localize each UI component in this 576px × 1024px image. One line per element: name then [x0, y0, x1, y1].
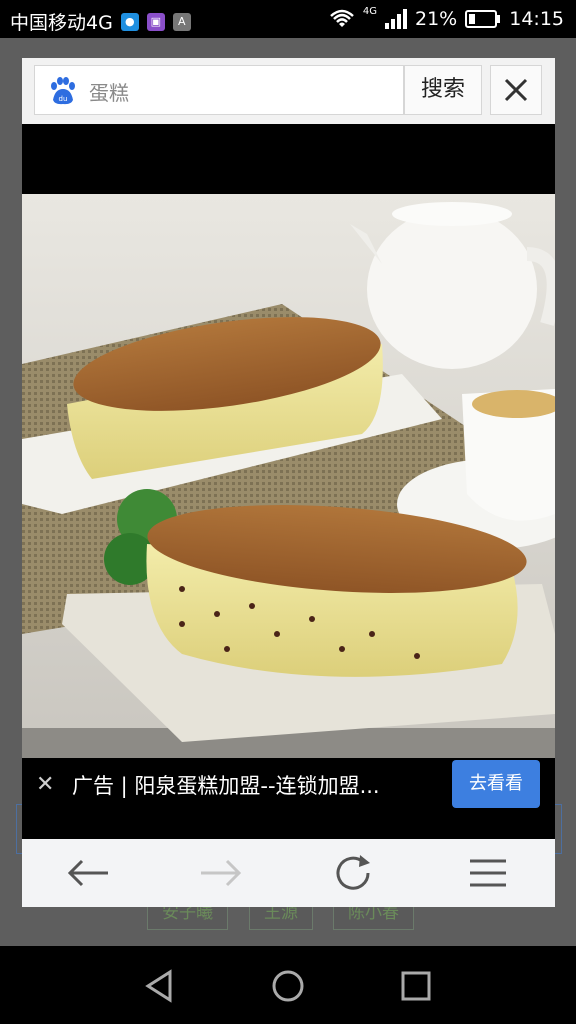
clock: 14:15 [509, 8, 564, 30]
browser-nav-bar [22, 839, 555, 907]
ad-text[interactable]: 广告 | 阳泉蛋糕加盟--连锁加盟... [72, 770, 408, 800]
ad-bar: ✕ 广告 | 阳泉蛋糕加盟--连锁加盟... 去看看 [22, 758, 555, 838]
ad-close-icon[interactable]: ✕ [36, 772, 54, 797]
refresh-icon [336, 855, 370, 890]
menu-icon [470, 859, 506, 887]
baidu-logo-icon: du [51, 77, 75, 105]
system-recents-icon[interactable] [398, 968, 434, 1004]
forward-arrow-icon [201, 859, 242, 887]
close-icon [504, 78, 528, 102]
back-arrow-icon [67, 859, 108, 887]
image-viewer-modal: du 蛋糕 搜索 ✕ 广告 | 阳泉蛋糕加盟--连锁加盟... 去看看 [22, 58, 555, 907]
search-query: 蛋糕 [89, 81, 129, 105]
svg-text:du: du [59, 95, 68, 103]
ad-go-button[interactable]: 去看看 [452, 760, 540, 808]
wifi-icon [330, 9, 354, 27]
search-button[interactable]: 搜索 [404, 65, 482, 115]
system-back-icon[interactable] [142, 968, 178, 1004]
signal-icon [385, 9, 407, 29]
search-input[interactable]: du 蛋糕 [34, 65, 404, 115]
refresh-button[interactable] [330, 851, 378, 895]
carrier-label: 中国移动4G [10, 12, 113, 34]
cake-image [22, 194, 555, 758]
battery-icon [465, 10, 501, 28]
close-button[interactable] [490, 65, 542, 115]
search-bar: du 蛋糕 搜索 [22, 58, 555, 124]
menu-button[interactable] [464, 851, 512, 895]
system-nav-bar [0, 946, 576, 1024]
cake-photo[interactable] [22, 194, 555, 758]
status-bar: 中国移动4G ● ▣ A 4G 21% 14:15 [0, 0, 576, 38]
app-a-icon: A [172, 12, 191, 31]
gallery-icon: ▣ [146, 12, 165, 31]
chat-icon: ● [120, 12, 139, 31]
battery-percent: 21% [415, 8, 458, 30]
system-home-icon[interactable] [270, 968, 306, 1004]
back-button[interactable] [64, 851, 112, 895]
forward-button[interactable] [197, 851, 245, 895]
network-label: 4G [362, 5, 377, 17]
